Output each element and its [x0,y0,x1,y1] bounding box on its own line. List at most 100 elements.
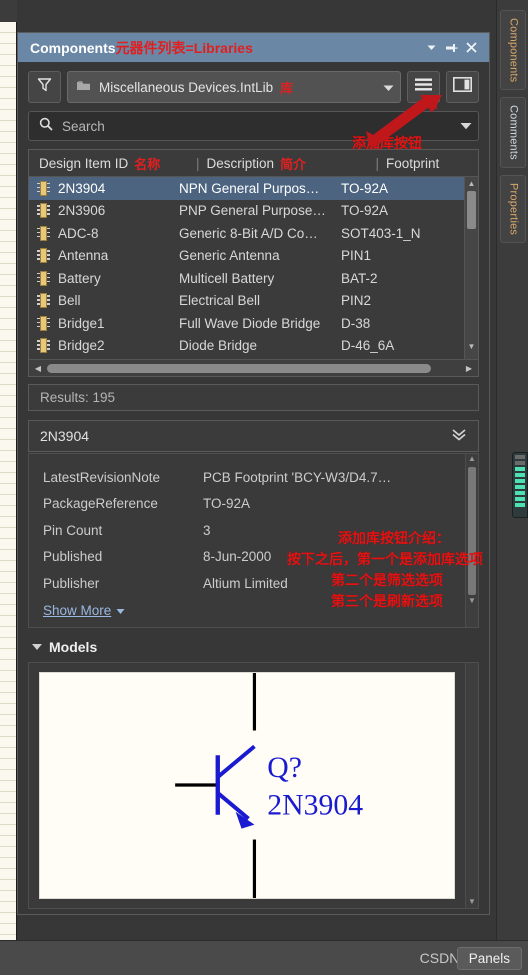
row-design-item-id: 2N3904 [37,180,179,196]
property-row: PackageReference TO-92A [29,491,478,518]
property-row: LatestRevisionNote PCB Footprint 'BCY-W3… [29,464,478,491]
search-input[interactable] [62,118,451,134]
properties-scroll-down-arrow-icon[interactable]: ▼ [466,596,478,608]
results-count-label: Results: 195 [40,390,116,405]
row-description: PNP General Purpose… [179,203,326,219]
model-preview-frame: Q? 2N3904 ▼ [28,662,479,909]
table-row[interactable]: 2N3904 NPN General Purpos… TO-92A [29,177,478,200]
property-row: Publisher Altium Limited [29,570,478,597]
table-horizontal-scrollbar[interactable]: ◀ ▶ [29,359,478,376]
dock-tab-properties[interactable]: Properties [499,175,526,244]
double-chevron-down-icon[interactable] [451,428,467,444]
properties-scroll-up-arrow-icon[interactable]: ▲ [466,454,478,466]
column-header-design-item-id[interactable]: Design Item ID 名称 [39,154,189,173]
collapse-triangle-icon [32,644,42,650]
row-design-item-id: Bell [37,293,179,309]
row-design-item-id-label: 2N3904 [58,180,106,196]
table-header-row: Design Item ID 名称 | Description 简介 | Foo… [29,150,478,177]
symbol-part-number-label: 2N3904 [267,790,363,822]
scroll-left-arrow-icon[interactable]: ◀ [31,364,45,373]
component-chip-icon [37,315,50,331]
dock-tab-comments-label: Comments [507,105,520,161]
panel-close-icon[interactable] [461,38,481,58]
column-header-description-label: Description [206,155,275,171]
model-scroll-down-arrow-icon[interactable]: ▼ [466,897,478,906]
column-header-footprint[interactable]: Footprint [386,156,478,171]
table-row[interactable]: ADC-8 Generic 8-Bit A/D Co… SOT403-1_N [29,222,478,245]
properties-vertical-scrollbar[interactable]: ▲ ▼ [465,454,478,627]
panel-layout-toggle-button[interactable] [446,71,479,103]
table-row[interactable]: Antenna Generic Antenna PIN1 [29,245,478,268]
property-key: PackageReference [43,496,158,512]
column-divider-2[interactable]: | [369,156,387,171]
row-description: Full Wave Diode Bridge [179,315,321,331]
panels-button-label: Panels [468,951,510,966]
component-chip-preview-icon [512,452,528,518]
components-panel: Components 元器件列表=Libraries Miscellaneous… [17,32,490,915]
table-row[interactable]: Bridge2 Diode Bridge D-46_6A [29,335,478,358]
component-chip-icon [37,293,50,309]
row-design-item-id-label: Antenna [58,248,109,264]
row-description: NPN General Purpos… [179,180,320,196]
component-chip-icon [37,338,50,354]
table-row[interactable]: Battery Multicell Battery BAT-2 [29,267,478,290]
components-table: Design Item ID 名称 | Description 简介 | Foo… [28,149,479,377]
row-footprint: SOT403-1_N [341,225,421,241]
property-value: TO-92A [203,496,251,512]
show-more-label: Show More [43,602,112,618]
scroll-down-arrow-icon[interactable]: ▼ [465,340,478,353]
component-chip-icon [37,270,50,286]
panel-dropdown-icon[interactable] [421,38,441,58]
row-design-item-id: Bridge2 [37,338,179,354]
row-design-item-id: 2N3906 [37,203,179,219]
component-properties-list: LatestRevisionNote PCB Footprint 'BCY-W3… [28,453,479,628]
panels-button[interactable]: Panels [456,947,522,970]
property-key: Pin Count [43,522,103,538]
dock-tab-components[interactable]: Components [499,10,526,91]
table-row[interactable]: 2N3906 PNP General Purpose… TO-92A [29,200,478,223]
search-expand-chevron-down-icon[interactable] [460,117,472,135]
row-description: Generic Antenna [179,248,280,264]
property-key: Publisher [43,575,100,591]
library-select[interactable]: Miscellaneous Devices.IntLib 库 [67,71,401,103]
table-row[interactable]: Bridge1 Full Wave Diode Bridge D-38 [29,312,478,335]
column-header-description[interactable]: Description 简介 [207,154,369,173]
row-footprint: PIN2 [341,293,372,309]
models-section-header[interactable]: Models [32,639,489,655]
dock-tab-components-label: Components [507,18,520,83]
row-design-item-id-label: Bridge1 [58,315,105,331]
results-bar: Results: 195 [28,384,479,411]
search-icon [39,117,53,136]
property-value: 8-Jun-2000 [203,549,272,565]
hscrollbar-thumb[interactable] [47,363,431,373]
search-box[interactable] [28,111,479,141]
panel-pin-icon[interactable] [441,38,461,58]
table-vertical-scrollbar[interactable]: ▲ ▼ [464,177,478,359]
search-row [18,109,489,149]
column-header-design-item-id-annotation: 名称 [134,156,161,172]
add-library-menu-button[interactable] [407,71,440,103]
library-select-chevron-down-icon [383,80,394,95]
model-vertical-scrollbar[interactable]: ▼ [465,663,478,908]
scrollbar-thumb[interactable] [467,191,476,229]
filter-button[interactable] [28,71,61,103]
table-row[interactable]: Bell Electrical Bell PIN2 [29,290,478,313]
scroll-up-arrow-icon[interactable]: ▲ [465,177,478,190]
panel-title-annotation: 元器件列表=Libraries [115,39,253,56]
dock-tab-properties-label: Properties [507,183,520,236]
properties-scrollbar-thumb[interactable] [468,467,476,595]
panel-split-icon [453,77,472,97]
row-design-item-id-label: Battery [58,270,101,286]
component-chip-icon [37,248,50,264]
model-preview-canvas[interactable]: Q? 2N3904 [39,672,455,899]
show-more-link[interactable]: Show More [43,603,125,618]
dock-tab-comments[interactable]: Comments [499,97,526,169]
column-divider-1[interactable]: | [189,156,207,171]
symbol-designator-label: Q? [267,752,302,784]
column-header-description-annotation: 简介 [280,156,307,172]
property-value: Altium Limited [203,575,288,591]
row-design-item-id-label: Bridge2 [58,338,105,354]
altium-components-panel-screen: Components Comments Properties Component… [0,0,528,975]
scroll-right-arrow-icon[interactable]: ▶ [462,364,476,373]
detail-header[interactable]: 2N3904 [28,420,479,452]
